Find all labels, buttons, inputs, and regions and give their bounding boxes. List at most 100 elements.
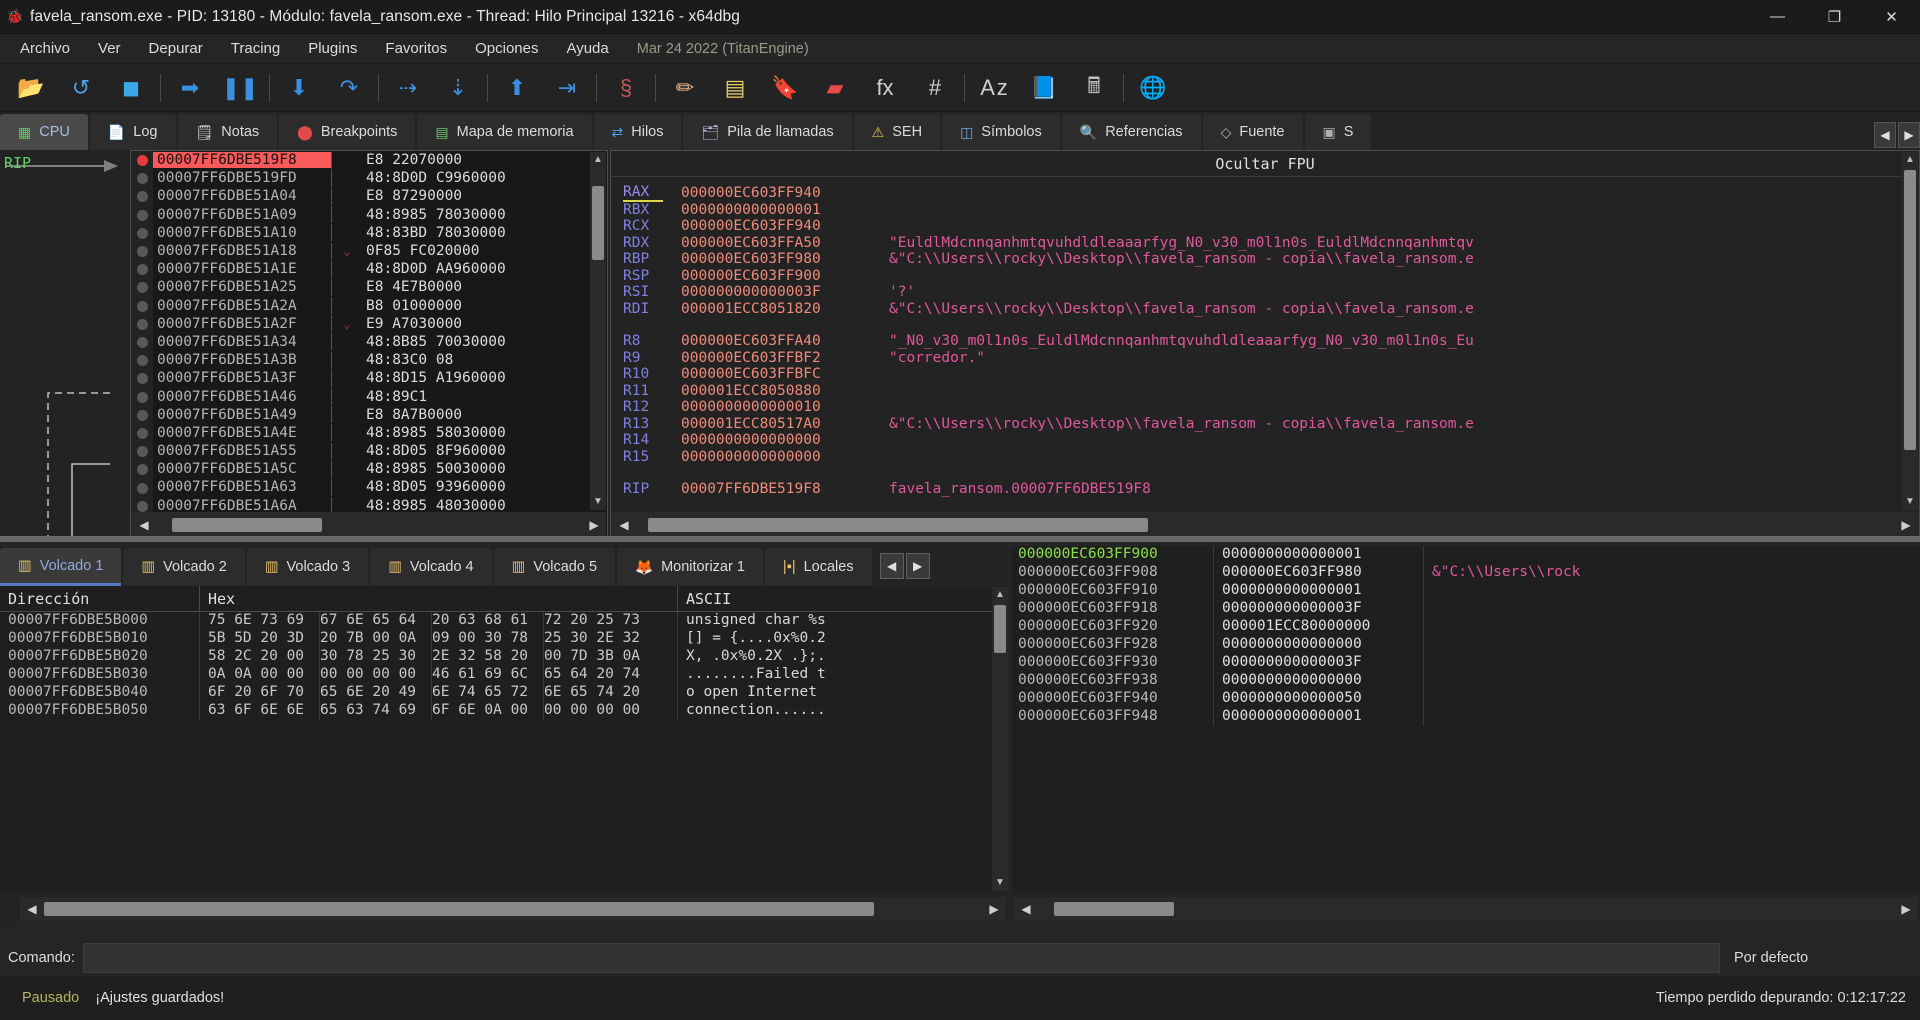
tab-fuente[interactable]: ◇ Fuente [1202, 114, 1303, 150]
register-row[interactable]: RIP 00007FF6DBE519F8 favela_ransom.00007FF… [623, 481, 1919, 498]
maximize-button[interactable]: ❐ [1806, 0, 1863, 34]
register-row[interactable]: RCX 000000EC603FF940 [623, 218, 1919, 235]
register-row[interactable]: R11 000001ECC8050880 [623, 383, 1919, 400]
disassembly-vscrollbar[interactable]: ▲ ▼ [590, 152, 606, 510]
menu-item-opciones[interactable]: Opciones [461, 36, 552, 61]
dump-col-ascii[interactable]: ASCII [678, 590, 731, 608]
register-value[interactable]: 000000EC603FFBF2 [681, 350, 889, 366]
hscroll-thumb[interactable] [172, 518, 322, 532]
menu-item-archivo[interactable]: Archivo [6, 36, 84, 61]
register-value[interactable]: 00007FF6DBE519F8 [681, 481, 889, 497]
disassembly-row[interactable]: 00007FF6DBE51A34 48:8B85 70030000 [153, 333, 589, 351]
scroll-up-arrow-icon[interactable]: ▲ [1902, 152, 1918, 168]
disassembly-row[interactable]: 00007FF6DBE51A63 48:8D05 93960000 [153, 478, 589, 496]
dump-tab-volcado-3[interactable]: ▥ Volcado 3 [246, 548, 369, 586]
dump-grid[interactable]: Dirección Hex ASCII 00007FF6DBE5B000 75 6… [0, 586, 1008, 891]
tab-log[interactable]: 📄 Log [89, 114, 176, 150]
breakpoint-dot-icon[interactable] [137, 355, 148, 367]
disassembly-row[interactable]: 00007FF6DBE51A09 48:8985 78030000 [153, 206, 589, 224]
symbols-icon[interactable]: A z [969, 66, 1019, 110]
breakpoint-dot-icon[interactable] [137, 209, 148, 221]
menu-item-depurar[interactable]: Depurar [135, 36, 217, 61]
register-row[interactable]: R14 0000000000000000 [623, 432, 1919, 449]
registers-hscrollbar[interactable]: ◀ ▶ [612, 512, 1918, 538]
stack-row[interactable]: 000000EC603FF900 0000000000000001 [1012, 546, 1920, 564]
disassembly-row[interactable]: 00007FF6DBE51A04 E8 87290000 [153, 187, 589, 205]
horizontal-splitter[interactable] [0, 536, 1920, 542]
breakpoint-dot-icon[interactable] [137, 282, 148, 294]
register-name-r13[interactable]: R13 [623, 416, 681, 432]
notes-icon[interactable]: ▤ [710, 66, 760, 110]
register-name-r11[interactable]: R11 [623, 383, 681, 399]
scroll-right-arrow-icon[interactable]: ▶ [982, 902, 1006, 916]
register-name-r10[interactable]: R10 [623, 366, 681, 382]
scroll-left-arrow-icon[interactable]: ◀ [1014, 902, 1038, 916]
scroll-right-arrow-icon[interactable]: ▶ [582, 518, 606, 532]
disassembly-row[interactable]: 00007FF6DBE51A5C 48:8985 50030000 [153, 460, 589, 478]
register-name-r9[interactable]: R9 [623, 350, 681, 366]
register-value[interactable]: 000000EC603FFBFC [681, 366, 889, 382]
breakpoint-dot-icon[interactable] [137, 464, 148, 476]
disassembly-row[interactable]: 00007FF6DBE51A18 ⌄ 0F85 FC020000 [153, 242, 589, 260]
disassembly-row[interactable]: 00007FF6DBE51A46 48:89C1 [153, 387, 589, 406]
dump-row[interactable]: 00007FF6DBE5B000 75 6E 73 69 67 6E 65 64 20… [0, 612, 1008, 630]
stack-grid[interactable]: 000000EC603FF900 0000000000000001 000000EC… [1012, 546, 1920, 891]
breakpoint-dot-icon[interactable] [137, 227, 148, 239]
register-row[interactable]: RDX 000000EC603FFA50 "EuldlMdcnnqanhmtqvuh… [623, 235, 1919, 252]
registers-view[interactable]: Ocultar FPU RAX 000000EC603FF940 RBX 000000… [610, 150, 1920, 540]
breakpoint-dot-icon[interactable] [137, 155, 148, 166]
register-name-rdi[interactable]: RDI [623, 301, 681, 317]
stop-icon[interactable]: ◼ [106, 66, 156, 110]
breakpoint-dot-icon[interactable] [137, 446, 148, 458]
hscroll-track[interactable] [44, 902, 982, 916]
disassembly-row[interactable]: 00007FF6DBE51A4E 48:8985 58030000 [153, 424, 589, 442]
disassembly-row[interactable]: 00007FF6DBE51A55 48:8D05 8F960000 [153, 442, 589, 460]
step-into-icon[interactable]: ⬇ [274, 66, 324, 110]
calculator-icon[interactable]: 🖩 [1069, 66, 1119, 110]
tab-símbolos[interactable]: ◫ Símbolos [942, 114, 1060, 150]
tab-mapa-de-memoria[interactable]: ▤ Mapa de memoria [417, 114, 592, 150]
menu-item-favoritos[interactable]: Favoritos [371, 36, 461, 61]
disassembly-row[interactable]: 00007FF6DBE51A3F 48:8D15 A1960000 [153, 369, 589, 387]
close-button[interactable]: ✕ [1863, 0, 1920, 34]
pause-icon[interactable]: ❚❚ [215, 66, 265, 110]
functions-icon[interactable]: fx [860, 66, 910, 110]
tab-seh[interactable]: ⚠ SEH [853, 114, 941, 150]
tab-referencias[interactable]: 🔍 Referencias [1061, 114, 1201, 150]
minimize-button[interactable]: — [1749, 0, 1806, 34]
disassembly-row[interactable]: 00007FF6DBE51A1E 48:8D0D AA960000 [153, 260, 589, 278]
scroll-thumb[interactable] [592, 186, 604, 260]
step-over-icon[interactable]: ↷ [324, 66, 374, 110]
hscroll-thumb[interactable] [648, 518, 1148, 532]
dump-row[interactable]: 00007FF6DBE5B050 63 6F 6E 6E 65 63 74 69 6F… [0, 702, 1008, 720]
register-row[interactable]: R13 000001ECC80517A0 &"C:\\Users\\rocky\\D… [623, 416, 1919, 433]
register-value[interactable]: 000000EC603FFA40 [681, 333, 889, 349]
stack-row[interactable]: 000000EC603FF930 000000000000003F [1012, 654, 1920, 672]
dump-col-address[interactable]: Dirección [0, 586, 200, 612]
dump-scroll-right-button[interactable]: ▶ [905, 553, 930, 579]
breakpoint-dot-icon[interactable] [137, 191, 148, 203]
register-name-rsi[interactable]: RSI [623, 284, 681, 300]
dump-tab-locales[interactable]: |▪| Locales [764, 548, 872, 586]
disassembly-row[interactable]: 00007FF6DBE51A2F ⌄ E9 A7030000 [153, 315, 589, 333]
register-value[interactable]: 0000000000000000 [681, 449, 889, 465]
breakpoint-dot-icon[interactable] [137, 482, 148, 494]
dump-row[interactable]: 00007FF6DBE5B040 6F 20 6F 70 65 6E 20 49 6E… [0, 684, 1008, 702]
dump-vscrollbar[interactable]: ▲ ▼ [992, 587, 1008, 891]
dump-rows[interactable]: 00007FF6DBE5B000 75 6E 73 69 67 6E 65 64 20… [0, 612, 1008, 720]
tab-cpu[interactable]: ▦ CPU [0, 114, 88, 150]
stack-row[interactable]: 000000EC603FF920 000001ECC80000000 [1012, 618, 1920, 636]
restart-icon[interactable]: ↺ [56, 66, 106, 110]
register-name-rdx[interactable]: RDX [623, 235, 681, 251]
stack-hscrollbar[interactable]: ◀ ▶ [1014, 897, 1918, 921]
references-icon[interactable]: # [910, 66, 960, 110]
execute-till-return-icon[interactable]: ⬆ [492, 66, 542, 110]
dump-tab-monitorizar-1[interactable]: 🦊 Monitorizar 1 [617, 548, 763, 586]
scroll-up-arrow-icon[interactable]: ▲ [992, 587, 1008, 603]
register-name-rcx[interactable]: RCX [623, 218, 681, 234]
scroll-left-arrow-icon[interactable]: ◀ [132, 518, 156, 532]
dump-row[interactable]: 00007FF6DBE5B030 0A 0A 00 00 00 00 00 00 46… [0, 666, 1008, 684]
register-name-r14[interactable]: R14 [623, 432, 681, 448]
scroll-thumb[interactable] [994, 605, 1006, 653]
stack-row[interactable]: 000000EC603FF938 0000000000000000 [1012, 672, 1920, 690]
